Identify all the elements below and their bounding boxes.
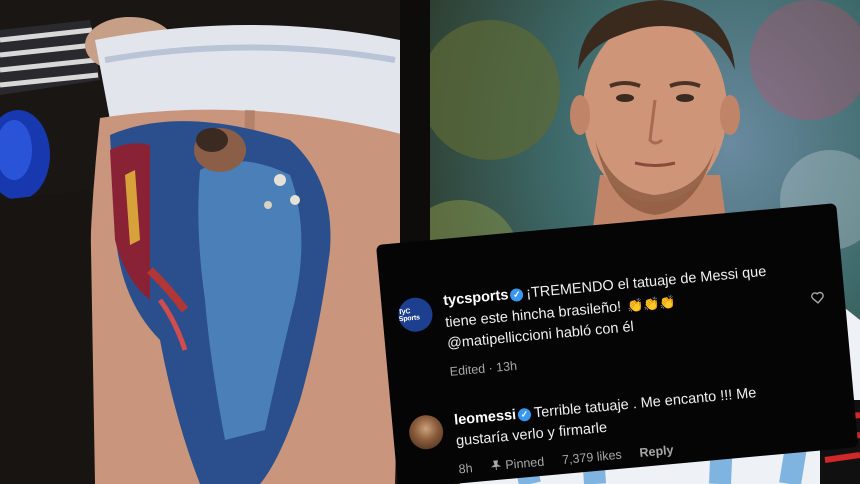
tattoo-photo-illustration <box>0 0 430 484</box>
comment-tycsports: TyC Sports tycsports ✓ ¡TREMENDO el tatuaj… <box>395 256 835 383</box>
avatar-leomessi[interactable] <box>407 413 445 451</box>
edited-status: Edited · 13h <box>449 358 518 379</box>
likes-count[interactable]: 7,379 likes <box>561 448 622 467</box>
pinned-indicator: Pinned <box>490 455 545 474</box>
heart-icon[interactable] <box>810 291 825 305</box>
username-leomessi[interactable]: leomessi <box>454 407 517 429</box>
comment-time: 8h <box>458 461 474 477</box>
pin-icon <box>490 460 502 471</box>
clapping-hands-icon: 👏👏👏 <box>626 294 677 314</box>
avatar-tycsports[interactable]: TyC Sports <box>397 296 434 334</box>
verified-badge-icon: ✓ <box>517 407 532 422</box>
username-tycsports[interactable]: tycsports <box>443 287 509 309</box>
tattoo-photo <box>0 0 430 484</box>
reply-button[interactable]: Reply <box>639 443 674 460</box>
instagram-comment-card: TyC Sports tycsports ✓ ¡TREMENDO el tatuaj… <box>376 203 859 484</box>
verified-badge-icon: ✓ <box>509 287 524 302</box>
avatar-label: TyC Sports <box>397 308 421 324</box>
comment-text-line1: Terrible tatuaje . Me encanto !!! Me <box>533 385 758 422</box>
